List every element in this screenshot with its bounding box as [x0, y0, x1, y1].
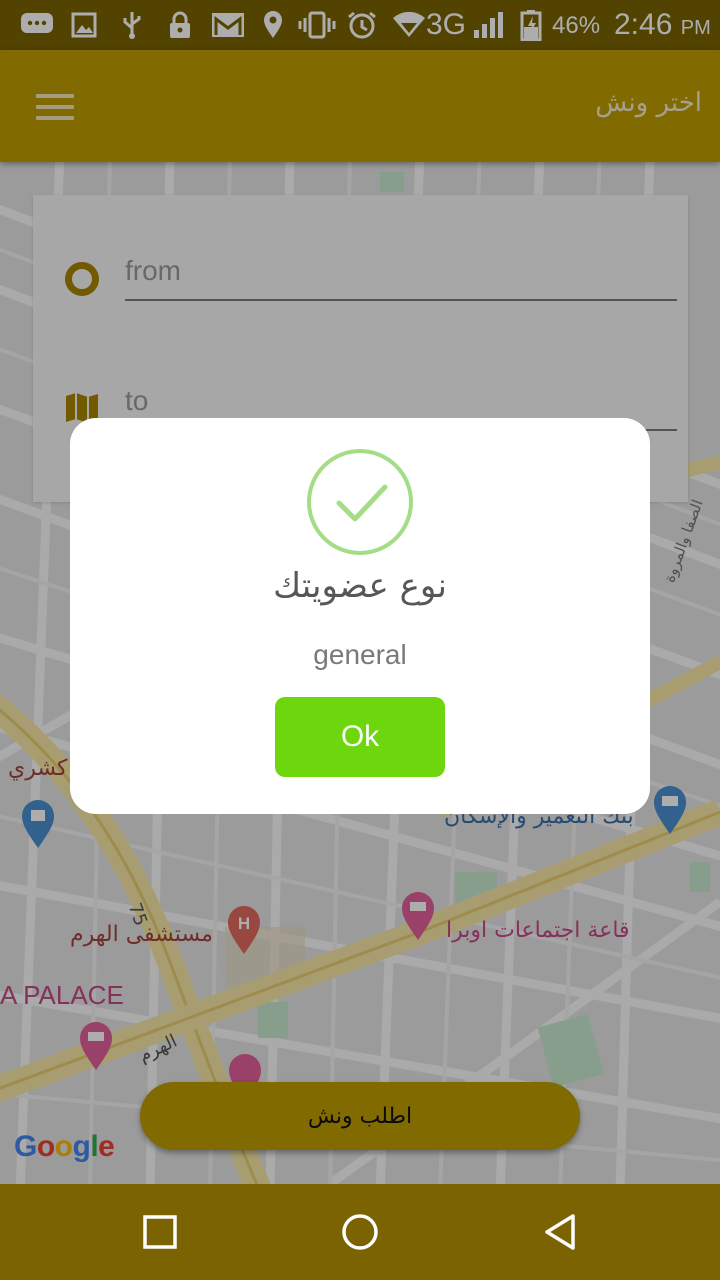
dialog-title: نوع عضويتك [273, 566, 447, 606]
dialog-message: general [313, 639, 407, 670]
navigation-bar [0, 1184, 720, 1280]
recents-icon[interactable] [140, 1212, 180, 1252]
success-check-icon [307, 449, 413, 555]
home-icon[interactable] [340, 1212, 380, 1252]
back-icon[interactable] [540, 1212, 580, 1252]
membership-dialog: نوع عضويتك general Ok [70, 418, 650, 814]
ok-button[interactable]: Ok [275, 697, 445, 777]
